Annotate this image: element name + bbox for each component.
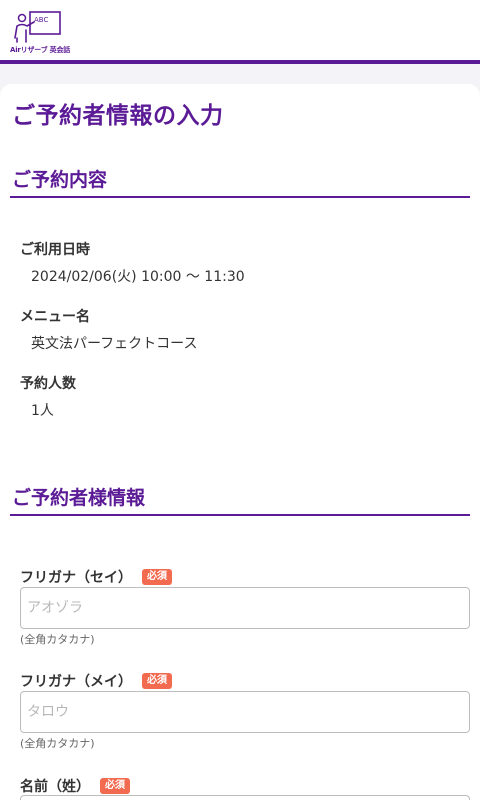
name-sei-input[interactable] (20, 795, 470, 800)
furigana-sei-label-row: フリガナ（セイ） 必須 (20, 567, 172, 587)
app-logo[interactable]: ABC Airリザーブ 英会話 (8, 8, 72, 54)
section-divider (10, 196, 470, 198)
page-title: ご予約者情報の入力 (12, 103, 224, 129)
name-sei-label: 名前（姓） (20, 779, 90, 795)
teacher-board-icon: ABC (14, 11, 61, 43)
furigana-sei-label: フリガナ（セイ） (20, 570, 132, 586)
furigana-mei-label: フリガナ（メイ） (20, 674, 132, 690)
menu-label: メニュー名 (20, 309, 90, 325)
required-badge: 必須 (142, 673, 172, 689)
people-value: 1人 (31, 403, 54, 419)
required-badge: 必須 (100, 778, 130, 794)
name-sei-label-row: 名前（姓） 必須 (20, 776, 130, 796)
section-divider (10, 514, 470, 516)
furigana-mei-label-row: フリガナ（メイ） 必須 (20, 671, 172, 691)
svg-text:ABC: ABC (34, 16, 48, 24)
reservation-section-title: ご予約内容 (12, 169, 108, 191)
furigana-mei-hint: (全角カタカナ) (20, 737, 95, 750)
furigana-mei-input[interactable] (20, 691, 470, 733)
customer-section-title: ご予約者様情報 (12, 487, 146, 509)
datetime-value: 2024/02/06(火) 10:00 〜 11:30 (31, 269, 245, 285)
people-label: 予約人数 (20, 376, 76, 392)
logo-text: Airリザーブ 英会話 (10, 46, 71, 54)
header-accent-bar (0, 60, 480, 64)
menu-value: 英文法パーフェクトコース (31, 336, 198, 352)
datetime-label: ご利用日時 (20, 242, 90, 258)
required-badge: 必須 (142, 569, 172, 585)
furigana-sei-input[interactable] (20, 587, 470, 629)
app-header: ABC Airリザーブ 英会話 (0, 0, 480, 60)
furigana-sei-hint: (全角カタカナ) (20, 633, 95, 646)
